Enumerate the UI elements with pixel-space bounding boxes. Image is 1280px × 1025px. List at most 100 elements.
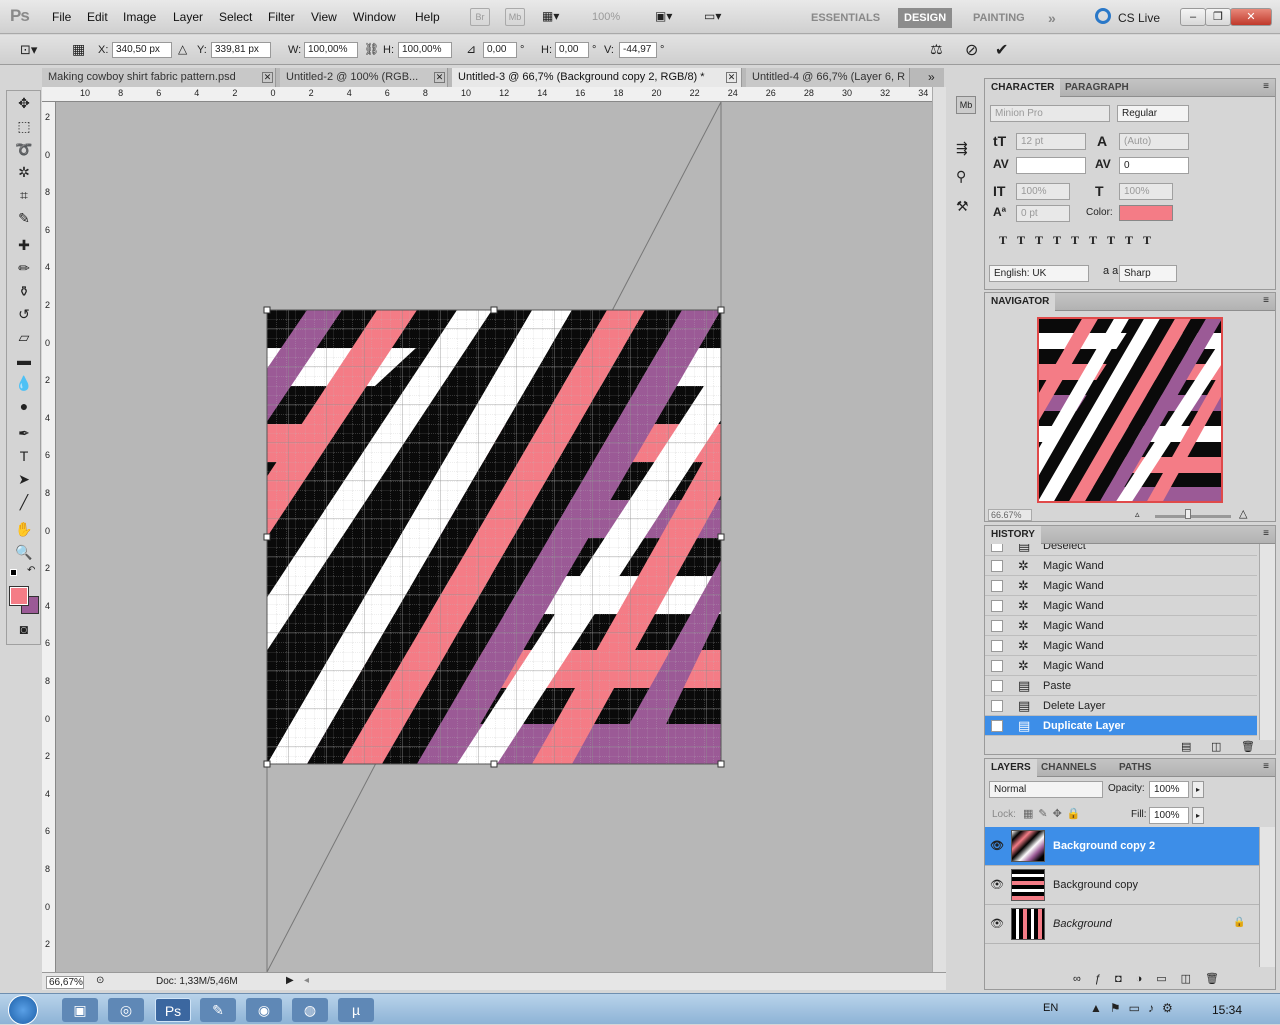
menu-file[interactable]: File — [52, 10, 71, 24]
transform-handle[interactable] — [263, 533, 271, 541]
history-state[interactable]: ✲ Magic Wand — [985, 596, 1257, 616]
mini-bridge-panel-icon[interactable]: Mb — [956, 96, 976, 114]
warp-mode-icon[interactable]: ⚖ — [930, 41, 943, 58]
marquee-tool-icon[interactable]: ⬚ — [14, 116, 34, 136]
language-dropdown[interactable]: English: UK — [989, 265, 1089, 282]
history-brush-source-checkbox[interactable] — [991, 580, 1003, 592]
quick-selection-tool-icon[interactable]: ✲ — [14, 162, 34, 182]
close-tab-icon[interactable]: ✕ — [262, 72, 273, 83]
history-brush-source-checkbox[interactable] — [991, 620, 1003, 632]
baseline-shift-field[interactable]: 0 pt — [1016, 205, 1070, 222]
reference-point-icon[interactable]: ▦ — [72, 41, 85, 58]
view-extras-icon[interactable]: ▦▾ — [542, 9, 572, 25]
close-tab-icon[interactable]: ✕ — [434, 72, 445, 83]
angle-field[interactable]: 0,00 — [483, 42, 517, 58]
menu-image[interactable]: Image — [123, 10, 156, 24]
tab-paragraph[interactable]: PARAGRAPH — [1059, 79, 1135, 97]
tab-making-cowboy-shirt[interactable]: Making cowboy shirt fabric pattern.psd — [42, 68, 276, 88]
history-brush-source-checkbox[interactable] — [991, 600, 1003, 612]
menu-help[interactable]: Help — [415, 10, 440, 24]
history-state[interactable]: ▤ Paste — [985, 676, 1257, 696]
layer-row[interactable]: 👁 Background 🔒 — [985, 905, 1259, 944]
screen-mode-icon[interactable]: ▭▾ — [704, 9, 736, 25]
text-color-swatch[interactable] — [1119, 205, 1173, 221]
type-style-buttons[interactable]: TTTTTTTTT — [999, 233, 1161, 248]
horizontal-scale-field[interactable]: 100% — [1119, 183, 1173, 200]
visibility-eye-icon[interactable]: 👁 — [990, 839, 1004, 852]
tab-layers[interactable]: LAYERS — [985, 759, 1037, 777]
eraser-tool-icon[interactable]: ▱ — [14, 327, 34, 347]
history-brush-source-checkbox[interactable] — [991, 660, 1003, 672]
tool-presets-icon[interactable]: ⚒ — [956, 198, 969, 215]
brush-tool-icon[interactable]: ✏ — [14, 258, 34, 278]
history-brush-source-checkbox[interactable] — [991, 640, 1003, 652]
status-preview-icon[interactable]: ⊙ — [96, 975, 104, 986]
close-tab-icon[interactable]: ✕ — [726, 72, 737, 83]
firefox-taskbar-icon[interactable]: ◍ — [292, 998, 328, 1022]
more-tabs-icon[interactable]: » — [928, 70, 935, 84]
height-field[interactable]: 100,00% — [398, 42, 452, 58]
width-field[interactable]: 100,00% — [304, 42, 358, 58]
y-field[interactable]: 339,81 px — [211, 42, 271, 58]
pen-app-taskbar-icon[interactable]: ✎ — [200, 998, 236, 1022]
font-family-dropdown[interactable]: Minion Pro — [990, 105, 1110, 122]
menu-select[interactable]: Select — [219, 10, 252, 24]
layer-name[interactable]: Background copy — [1053, 879, 1138, 891]
menu-edit[interactable]: Edit — [87, 10, 108, 24]
swap-colors-icon[interactable]: ↶ — [27, 565, 35, 576]
layer-row[interactable]: 👁 Background copy 2 — [985, 827, 1259, 866]
arrange-documents-icon[interactable]: ▣▾ — [655, 9, 687, 25]
history-scrollbar[interactable] — [1259, 544, 1275, 740]
layer-name[interactable]: Background copy 2 — [1053, 840, 1155, 852]
transform-tool-icon[interactable]: ⊡▾ — [20, 42, 37, 58]
navigator-zoom-slider[interactable] — [1155, 515, 1231, 518]
dodge-tool-icon[interactable]: ● — [14, 396, 34, 416]
foreground-color-swatch[interactable] — [9, 586, 29, 606]
zoom-tool-icon[interactable]: 🔍 — [14, 542, 34, 562]
history-brush-source-checkbox[interactable] — [991, 680, 1003, 692]
close-window-button[interactable]: ✕ — [1230, 8, 1272, 26]
input-language-indicator[interactable]: EN — [1043, 1002, 1058, 1014]
windows-start-button[interactable] — [8, 995, 38, 1025]
panel-menu-icon[interactable]: ≡ — [1263, 295, 1269, 306]
commit-transform-icon[interactable]: ✔ — [995, 40, 1008, 60]
quick-mask-icon[interactable]: ◙ — [14, 619, 34, 639]
type-tool-icon[interactable]: T — [14, 446, 34, 466]
move-tool-icon[interactable]: ✥ — [14, 93, 34, 113]
history-state[interactable]: ✲ Magic Wand — [985, 656, 1257, 676]
workspace-essentials[interactable]: ESSENTIALS — [805, 8, 886, 28]
history-brush-source-checkbox[interactable] — [991, 700, 1003, 712]
new-snapshot-icon[interactable]: ◫ — [1211, 740, 1221, 753]
opacity-slider-arrow-icon[interactable]: ▸ — [1192, 781, 1204, 798]
lock-options-icon[interactable]: ▦✎✥🔒 — [1023, 807, 1086, 820]
history-state[interactable]: ▤ Duplicate Layer — [985, 716, 1257, 736]
layer-row[interactable]: 👁 Background copy — [985, 866, 1259, 905]
layers-scrollbar[interactable] — [1259, 827, 1275, 967]
pen-tool-icon[interactable]: ✒ — [14, 423, 34, 443]
fill-field[interactable]: 100% — [1149, 807, 1189, 824]
tab-untitled-4[interactable]: Untitled-4 @ 66,7% (Layer 6, R — [746, 68, 910, 88]
status-menu-arrow-icon[interactable]: ▶ — [286, 975, 294, 986]
tab-untitled-3[interactable]: Untitled-3 @ 66,7% (Background copy 2, R… — [452, 68, 742, 88]
healing-brush-tool-icon[interactable]: ✚ — [14, 235, 34, 255]
history-state[interactable]: ✲ Magic Wand — [985, 616, 1257, 636]
history-state[interactable]: ✲ Magic Wand — [985, 576, 1257, 596]
cancel-transform-icon[interactable]: ⊘ — [965, 40, 978, 60]
vertical-scrollbar[interactable] — [932, 87, 946, 972]
blend-mode-dropdown[interactable]: Normal — [989, 781, 1103, 798]
layer-name[interactable]: Background — [1053, 918, 1112, 930]
history-brush-tool-icon[interactable]: ↺ — [14, 304, 34, 324]
workspace-design[interactable]: DESIGN — [898, 8, 953, 28]
minimize-button[interactable]: – — [1180, 8, 1206, 26]
system-tray-icons[interactable]: ▲⚑▭♪⚙ — [1090, 1001, 1181, 1015]
history-state[interactable]: ✲ Magic Wand — [985, 636, 1257, 656]
shape-tool-icon[interactable]: ╱ — [14, 492, 34, 512]
clone-stamp-tool-icon[interactable]: ⚱ — [14, 281, 34, 301]
transform-handle[interactable] — [717, 533, 725, 541]
zoom-in-icon[interactable]: △ — [1239, 507, 1247, 520]
navigator-zoom-slider-thumb[interactable] — [1185, 509, 1191, 519]
document-canvas[interactable] — [56, 102, 932, 972]
mini-bridge-button[interactable]: Mb — [505, 8, 525, 26]
app-taskbar-icon[interactable]: ◎ — [108, 998, 144, 1022]
font-size-field[interactable]: 12 pt — [1016, 133, 1086, 150]
